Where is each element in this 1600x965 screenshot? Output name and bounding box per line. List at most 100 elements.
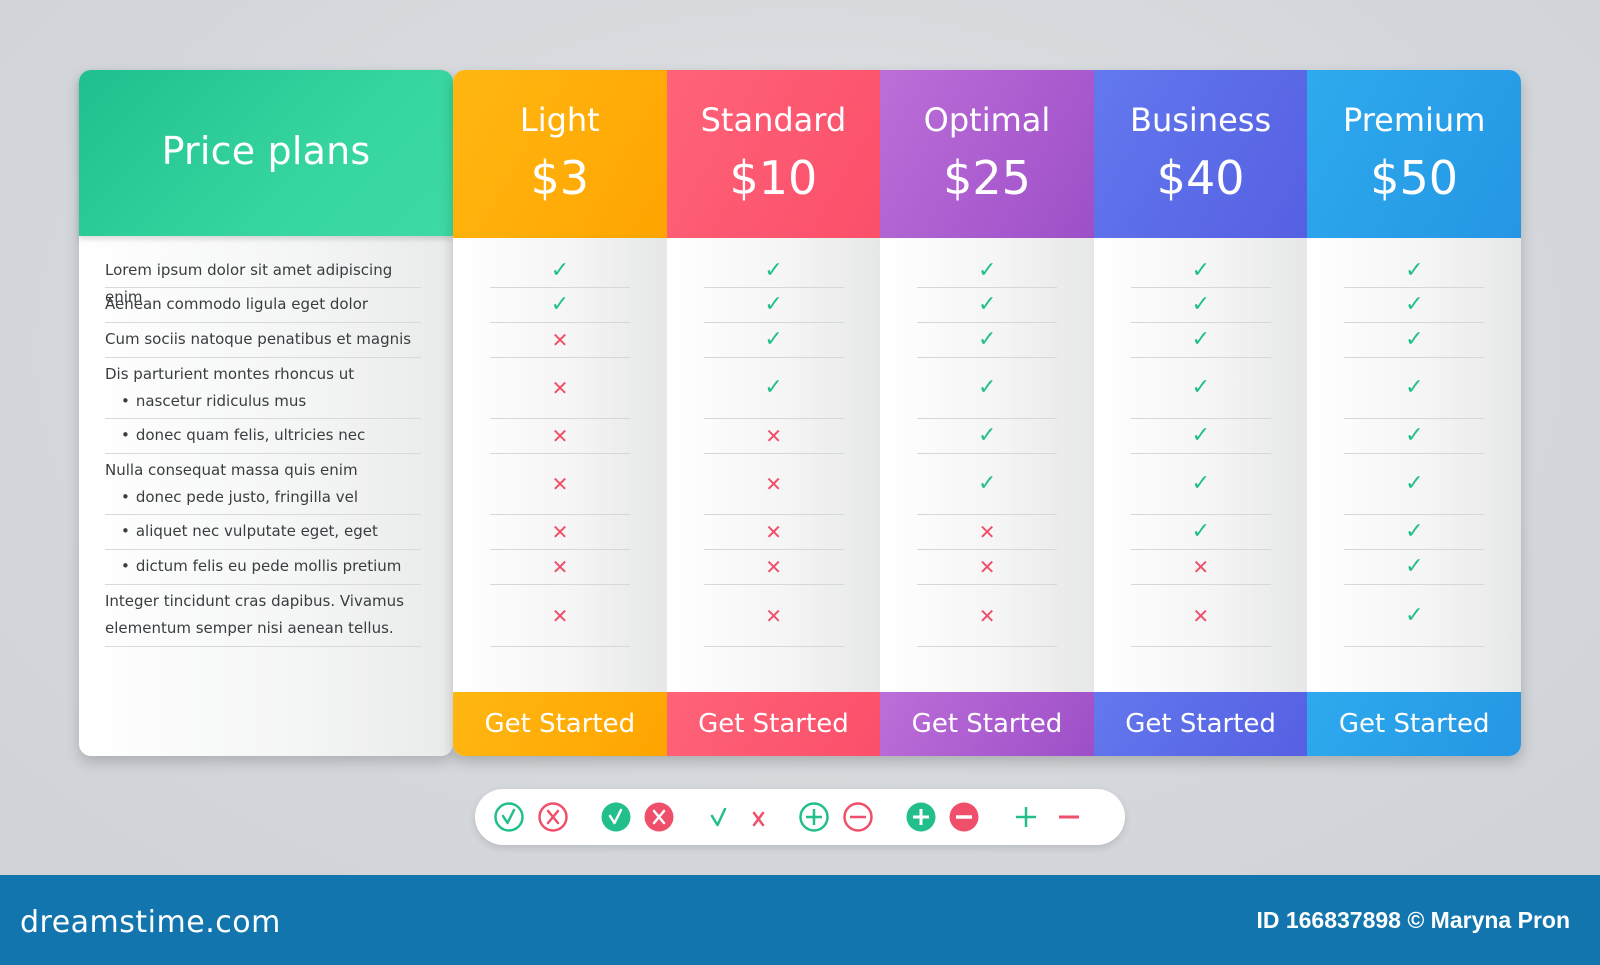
feature-row: Integer tincidunt cras dapibus. Vivamus e…: [105, 585, 421, 647]
check-icon: ✓: [764, 292, 783, 317]
feature-cell: ✕: [490, 550, 630, 585]
features-panel: Price plans Lorem ipsum dolor sit amet a…: [79, 70, 453, 756]
plan-name: Business: [1130, 101, 1272, 139]
plan-header: Standard $10: [666, 70, 881, 238]
feature-row: donec quam felis, ultricies nec: [105, 419, 421, 454]
minus-icon: [1059, 815, 1079, 819]
check-icon: ✓: [977, 292, 997, 317]
get-started-button[interactable]: Get Started: [453, 692, 667, 756]
get-started-button[interactable]: Get Started: [666, 692, 881, 756]
feature-row: Aenean commodo ligula eget dolor: [105, 288, 421, 323]
cross-icon: ✕: [1192, 555, 1210, 579]
feature-cell: ✓: [703, 288, 844, 323]
plan-name: Optimal: [923, 101, 1051, 139]
feature-sub-label: dictum felis eu pede mollis pretium: [105, 553, 421, 580]
plan-column-light: Light $3 ✓ ✓ ✕ ✕ ✕ ✕ ✕ ✕ ✕ Get Started: [453, 70, 667, 756]
feature-cell: ✓: [1130, 288, 1271, 323]
feature-sub-label: aliquet nec vulputate eget, eget: [105, 518, 421, 545]
plan-header: Light $3: [453, 70, 667, 238]
check-icon: ✓: [1405, 423, 1424, 448]
check-icon: ✓: [1405, 257, 1424, 283]
feature-cell: ✓: [703, 323, 844, 358]
check-icon: ✓: [550, 257, 570, 283]
feature-row: Lorem ipsum dolor sit amet adipiscing en…: [105, 254, 421, 306]
feature-cell: ✓: [1344, 254, 1485, 288]
feature-cell: ✓: [1344, 550, 1485, 585]
pricing-table: Price plans Lorem ipsum dolor sit amet a…: [79, 70, 1521, 756]
feature-cell: ✕: [490, 585, 630, 647]
cross-icon: ✕: [765, 603, 782, 628]
feature-cell: ✕: [917, 585, 1058, 647]
check-icon: ✓: [764, 375, 783, 400]
feature-row: aliquet nec vulputate eget, eget: [105, 515, 421, 550]
feature-sub-label: donec pede justo, fringilla vel: [105, 484, 421, 511]
feature-cell: ✕: [490, 358, 630, 419]
get-started-button[interactable]: Get Started: [1093, 692, 1308, 756]
plan-column-optimal: Optimal $25 ✓ ✓ ✓ ✓ ✓ ✓ ✕ ✕ ✕ Get Started: [880, 70, 1094, 756]
feature-cell: ✕: [490, 515, 630, 550]
feature-cell: ✕: [490, 323, 630, 358]
feature-cell: ✓: [1344, 585, 1485, 647]
plus-icon: [1016, 807, 1036, 827]
feature-cell: ✕: [490, 419, 630, 454]
plan-price: $40: [1156, 151, 1245, 205]
feature-cell: ✓: [1344, 288, 1485, 323]
cross-icon: ✕: [1192, 603, 1210, 628]
feature-cell: ✓: [917, 454, 1058, 515]
cross-icon: ✕: [551, 472, 569, 496]
plus-circle-outline-icon: [799, 802, 829, 832]
check-icon: ✓: [1191, 423, 1210, 448]
minus-circle-filled-icon: [949, 802, 979, 832]
plan-features: ✓ ✓ ✕ ✕ ✕ ✕ ✕ ✕ ✕: [453, 238, 667, 692]
get-started-button[interactable]: Get Started: [880, 692, 1094, 756]
feature-sub-label: nascetur ridiculus mus: [105, 388, 421, 415]
check-icon: ✓: [977, 375, 997, 400]
feature-cell: ✓: [1130, 419, 1271, 454]
feature-row: Cum sociis natoque penatibus et magnis: [105, 323, 421, 358]
feature-cell: ✓: [703, 358, 844, 419]
check-icon: ✓: [1191, 471, 1210, 496]
check-icon: ✓: [1405, 327, 1424, 352]
cross-icon: ✕: [551, 424, 569, 448]
feature-cell: ✓: [1130, 358, 1271, 419]
image-credit: ID 166837898 © Maryna Pron: [1256, 907, 1570, 933]
brand-logo[interactable]: dreamstime.com: [20, 905, 281, 940]
feature-cell: ✓: [1344, 419, 1485, 454]
plan-name: Standard: [700, 101, 847, 139]
feature-label: elementum semper nisi aenean tellus.: [105, 619, 394, 637]
check-icon: ✓: [1191, 519, 1210, 544]
plan-price: $10: [729, 151, 818, 205]
cross-icon: ✕: [765, 424, 782, 448]
get-started-button[interactable]: Get Started: [1307, 692, 1521, 756]
feature-label: Dis parturient montes rhoncus ut: [105, 365, 355, 383]
cross-icon: ✕: [551, 520, 569, 544]
plan-features: ✓ ✓ ✓ ✓ ✓ ✓ ✓ ✓ ✓: [1307, 238, 1521, 692]
feature-row: Nulla consequat massa quis enim donec ped…: [105, 454, 421, 515]
feature-cell: ✓: [1344, 515, 1485, 550]
check-icon: ✓: [1191, 375, 1210, 400]
check-icon: ✓: [1405, 292, 1424, 317]
check-icon: ✓: [1405, 471, 1424, 496]
cross-icon: ✕: [551, 603, 569, 628]
feature-cell: ✓: [1130, 515, 1271, 550]
check-icon: ✓: [1405, 602, 1424, 628]
plan-price: $25: [943, 151, 1031, 205]
icon-legend: [475, 789, 1125, 845]
feature-cell: ✓: [917, 419, 1058, 454]
cross-icon: ✕: [978, 555, 996, 579]
feature-label: Integer tincidunt cras dapibus. Vivamus: [105, 592, 404, 610]
plan-name: Light: [519, 101, 600, 139]
plan-features: ✓ ✓ ✓ ✓ ✕ ✕ ✕ ✕ ✕: [667, 238, 881, 692]
feature-cell: ✕: [703, 419, 844, 454]
cross-icon: [752, 811, 765, 827]
feature-cell: ✕: [703, 515, 844, 550]
plus-circle-filled-icon: [906, 802, 936, 832]
feature-row: dictum felis eu pede mollis pretium: [105, 550, 421, 585]
cross-circle-outline-icon: [538, 802, 568, 832]
plan-header: Optimal $25: [880, 70, 1094, 238]
feature-cell: ✕: [703, 585, 844, 647]
plan-header: Premium $50: [1307, 70, 1521, 238]
feature-cell: ✓: [1130, 454, 1271, 515]
plan-column-premium: Premium $50 ✓ ✓ ✓ ✓ ✓ ✓ ✓ ✓ ✓ Get Started: [1307, 70, 1521, 756]
check-icon: ✓: [1405, 375, 1424, 400]
